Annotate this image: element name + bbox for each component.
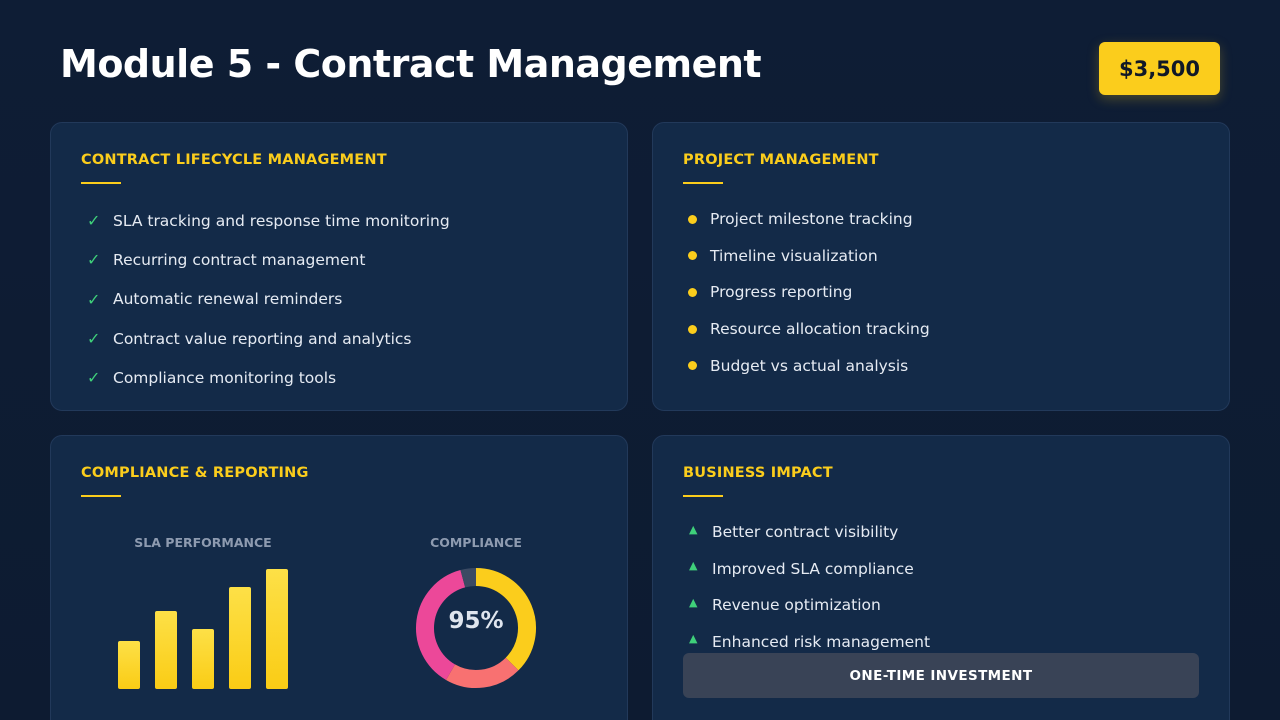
list-item: Project milestone tracking — [683, 201, 930, 238]
list-item-label: Recurring contract management — [113, 250, 366, 269]
list-item-label: Contract value reporting and analytics — [113, 329, 412, 348]
business-impact-card: BUSINESS IMPACT ▲ Better contract visibil… — [652, 435, 1230, 720]
donut-slice — [446, 657, 519, 688]
donut-center-label: 95% — [448, 608, 503, 634]
list-item: ✓ Compliance monitoring tools — [81, 358, 450, 397]
check-icon: ✓ — [87, 329, 101, 349]
business-impact-list: ▲ Better contract visibility ▲ Improved SL… — [683, 514, 930, 660]
list-item-label: Project milestone tracking — [710, 210, 913, 229]
list-item-label: Resource allocation tracking — [710, 320, 930, 339]
list-item-label: Revenue optimization — [712, 596, 881, 615]
list-item: Budget vs actual analysis — [683, 347, 930, 384]
list-item-label: Timeline visualization — [710, 246, 878, 265]
compliance-donut-chart: 95% — [416, 568, 536, 688]
list-item-label: Enhanced risk management — [712, 632, 931, 651]
business-impact-heading: BUSINESS IMPACT — [683, 465, 833, 481]
list-item-label: Compliance monitoring tools — [113, 368, 337, 387]
list-item-label: Budget vs actual analysis — [710, 356, 909, 375]
up-triangle-icon: ▲ — [689, 559, 698, 573]
bullet-dot-icon — [688, 214, 697, 224]
price-badge: $3,500 — [1099, 42, 1220, 95]
heading-underline — [81, 182, 121, 184]
up-triangle-icon: ▲ — [689, 522, 698, 536]
list-item-label: Progress reporting — [710, 283, 853, 302]
list-item: ▲ Revenue optimization — [683, 587, 930, 624]
bullet-dot-icon — [688, 287, 697, 297]
list-item: ✓ Automatic renewal reminders — [81, 280, 450, 319]
project-management-heading: PROJECT MANAGEMENT — [683, 152, 879, 168]
bullet-dot-icon — [688, 361, 697, 371]
bullet-dot-icon — [688, 251, 697, 261]
check-icon: ✓ — [87, 289, 101, 309]
list-item: ✓ SLA tracking and response time monitori… — [81, 201, 450, 240]
up-triangle-icon: ▲ — [689, 632, 698, 646]
list-item: Progress reporting — [683, 274, 930, 311]
list-item-label: Automatic renewal reminders — [113, 290, 343, 309]
list-item: Timeline visualization — [683, 238, 930, 275]
project-management-list: Project milestone tracking Timeline visu… — [683, 201, 930, 384]
heading-underline — [683, 182, 723, 184]
contract-lifecycle-list: ✓ SLA tracking and response time monitori… — [81, 201, 450, 397]
list-item: ▲ Better contract visibility — [683, 514, 930, 551]
list-item: ✓ Recurring contract management — [81, 240, 450, 279]
list-item-label: Better contract visibility — [712, 523, 899, 542]
list-item: ✓ Contract value reporting and analytics — [81, 319, 450, 358]
check-icon: ✓ — [87, 250, 101, 270]
list-item-label: SLA tracking and response time monitorin… — [113, 211, 450, 230]
contract-lifecycle-card: CONTRACT LIFECYCLE MANAGEMENT ✓ SLA track… — [50, 122, 628, 411]
up-triangle-icon: ▲ — [689, 595, 698, 609]
list-item: Resource allocation tracking — [683, 311, 930, 348]
heading-underline — [683, 495, 723, 497]
project-management-card: PROJECT MANAGEMENT Project milestone tra… — [652, 122, 1230, 411]
compliance-reporting-card: COMPLIANCE & REPORTING SLA PERFORMANCE C… — [50, 435, 628, 720]
donut-slice — [460, 568, 477, 588]
list-item: ▲ Improved SLA compliance — [683, 551, 930, 588]
check-icon: ✓ — [87, 368, 101, 388]
page-title: Module 5 - Contract Management — [60, 42, 762, 86]
one-time-investment-button[interactable]: ONE-TIME INVESTMENT — [683, 653, 1199, 698]
contract-lifecycle-heading: CONTRACT LIFECYCLE MANAGEMENT — [81, 152, 387, 168]
list-item-label: Improved SLA compliance — [712, 559, 914, 578]
bullet-dot-icon — [688, 324, 697, 334]
check-icon: ✓ — [87, 211, 101, 231]
